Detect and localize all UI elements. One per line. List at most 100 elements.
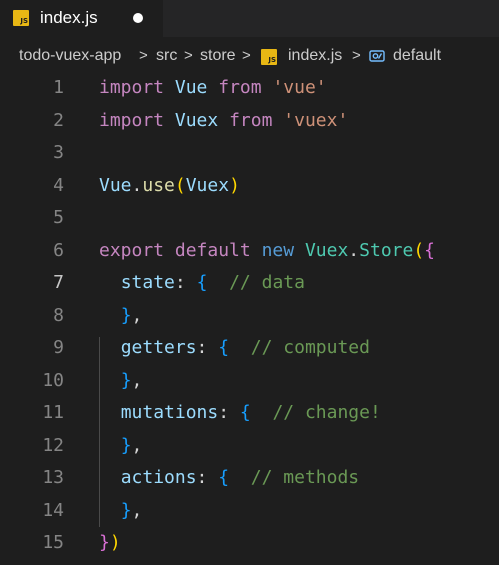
code-token: state [120, 272, 175, 293]
code-token: // change! [272, 402, 381, 423]
chevron-right-icon: > [352, 47, 361, 64]
code-token: . [348, 239, 360, 261]
code-line[interactable]: 3 [0, 137, 499, 170]
code-text: state: { // data [99, 267, 305, 300]
code-text: }, [99, 495, 143, 528]
code-token: default [174, 239, 251, 261]
code-token: // data [229, 272, 305, 293]
line-number: 11 [42, 402, 64, 423]
code-token: . [131, 174, 143, 196]
code-line[interactable]: 5 [0, 202, 499, 235]
code-token: actions [120, 467, 197, 488]
code-token: export [99, 239, 165, 261]
breadcrumb-item-src[interactable]: src [156, 41, 177, 71]
code-editor[interactable]: 1 import Vue from 'vue' 2 import Vuex from … [0, 72, 499, 565]
code-token: Vuex [185, 174, 230, 196]
code-token: : [218, 402, 240, 423]
code-line[interactable]: 9 getters: { // computed [0, 332, 499, 365]
code-token: ( [174, 174, 186, 196]
line-number: 13 [42, 467, 64, 488]
line-number: 7 [53, 272, 64, 293]
line-number: 2 [53, 109, 64, 131]
line-number: 3 [53, 142, 64, 163]
code-text: }) [99, 527, 121, 560]
code-text: }, [99, 365, 143, 398]
breadcrumb-item-store[interactable]: store [200, 41, 236, 71]
code-token: : [196, 467, 219, 488]
code-token: ( [413, 239, 425, 261]
code-line[interactable]: 13 actions: { // methods [0, 462, 499, 495]
js-file-icon: JS [13, 10, 29, 26]
code-token: , [131, 499, 143, 521]
code-token: { [196, 272, 208, 293]
code-text: import Vue from 'vue' [99, 72, 327, 105]
breadcrumb-item-index-js[interactable]: index.js [288, 41, 342, 71]
code-token: Vue [99, 174, 132, 196]
code-line[interactable]: 7 state: { // data [0, 267, 499, 300]
code-line[interactable]: 1 import Vue from 'vue' [0, 72, 499, 105]
breadcrumb-item-default[interactable]: default [393, 41, 441, 71]
tab-index-js[interactable]: JS index.js [0, 0, 163, 37]
code-token: new [261, 239, 295, 261]
code-line[interactable]: 4 Vue.use(Vuex) [0, 170, 499, 203]
code-text: actions: { // methods [99, 462, 359, 495]
code-line[interactable]: 8 }, [0, 300, 499, 333]
code-text: }, [99, 300, 143, 333]
code-text: getters: { // computed [99, 332, 370, 365]
line-number: 1 [53, 77, 64, 98]
code-token: { [239, 402, 251, 423]
code-token: , [131, 304, 143, 326]
code-token: { [218, 337, 230, 358]
code-text: export default new Vuex.Store({ [99, 235, 435, 268]
code-token: // computed [250, 337, 370, 358]
code-token: from [218, 77, 262, 98]
code-token: } [120, 434, 132, 456]
line-number: 12 [42, 434, 64, 456]
line-number: 15 [42, 532, 64, 553]
code-line[interactable]: 6 export default new Vuex.Store({ [0, 235, 499, 268]
code-text: Vue.use(Vuex) [99, 170, 240, 203]
code-line[interactable]: 11 mutations: { // change! [0, 397, 499, 430]
code-token: 'vue' [272, 77, 327, 98]
js-file-icon: JS [261, 49, 277, 65]
tab-bar: JS index.js [0, 0, 499, 37]
code-text: mutations: { // change! [99, 397, 381, 430]
line-number: 9 [53, 337, 64, 358]
code-line[interactable]: 15}) [0, 527, 499, 560]
unsaved-dot-icon[interactable] [133, 13, 143, 23]
line-number: 4 [53, 174, 64, 196]
line-number: 5 [53, 207, 64, 228]
code-token: : [174, 272, 197, 293]
code-line[interactable]: 2 import Vuex from 'vuex' [0, 105, 499, 138]
code-line[interactable]: 10 }, [0, 365, 499, 398]
code-token: , [131, 369, 143, 391]
symbol-field-icon [369, 50, 385, 62]
code-line[interactable]: 12 }, [0, 430, 499, 463]
code-token: } [99, 532, 110, 553]
code-token: Vuex [174, 109, 219, 131]
code-text: import Vuex from 'vuex' [99, 105, 348, 138]
code-line[interactable]: 14 }, [0, 495, 499, 528]
code-token: ) [109, 532, 121, 553]
code-token: , [131, 434, 143, 456]
breadcrumb-item-todo-vuex-app[interactable]: todo-vuex-app [19, 41, 121, 71]
line-number: 10 [42, 369, 64, 391]
code-token: 'vuex' [283, 109, 349, 131]
